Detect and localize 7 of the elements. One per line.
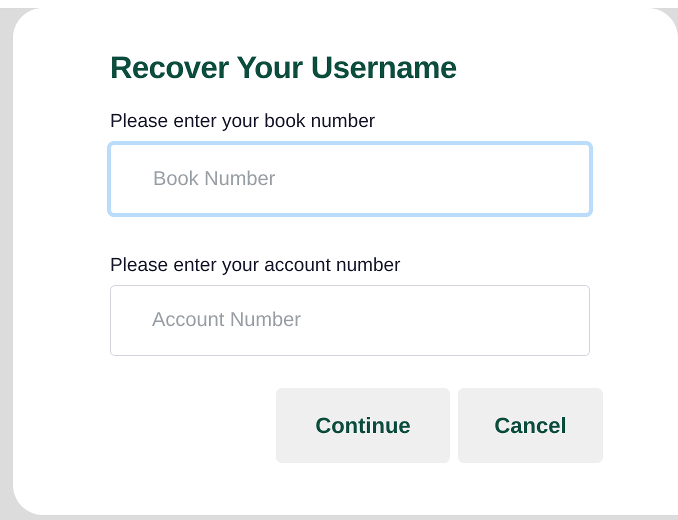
continue-button[interactable]: Continue (276, 388, 450, 463)
cancel-button[interactable]: Cancel (458, 388, 603, 463)
input-field[interactable]: Book Number (107, 141, 593, 217)
input-field[interactable]: Account Number (110, 285, 590, 356)
field-label: Please enter your book number (110, 110, 376, 134)
dialog-title: Recover Your Username (110, 49, 458, 87)
field-label: Please enter your account number (110, 254, 402, 278)
